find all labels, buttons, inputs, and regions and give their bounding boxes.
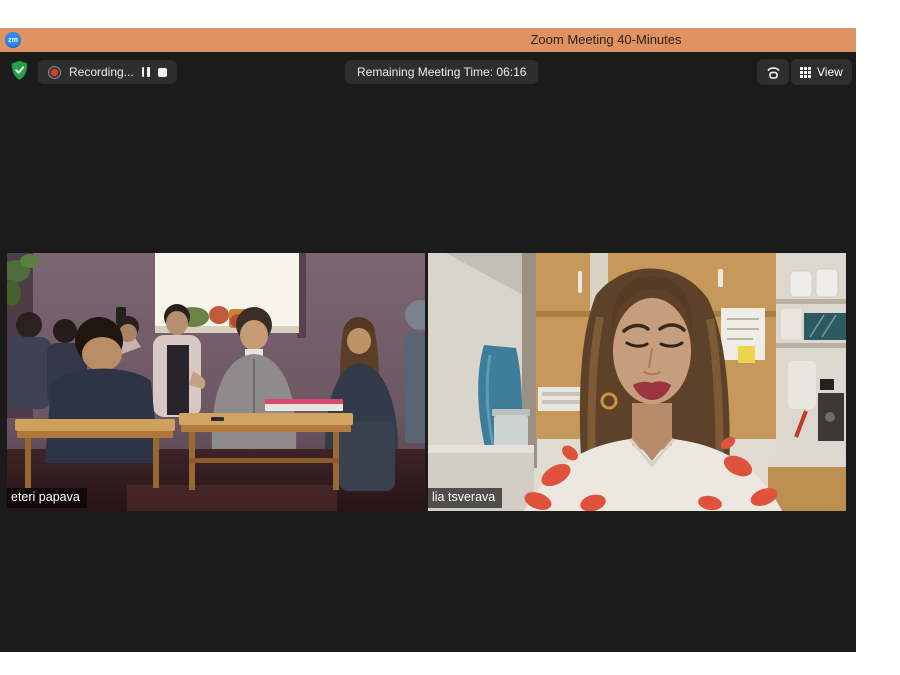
pause-icon	[142, 67, 150, 77]
pause-recording-button[interactable]	[142, 67, 150, 77]
classroom-scene	[7, 253, 425, 511]
window-titlebar: zm Zoom Meeting 40-Minutes	[0, 28, 856, 52]
stop-icon	[158, 68, 167, 77]
stop-recording-button[interactable]	[158, 68, 167, 77]
participant-name-tag: eteri papava	[7, 488, 87, 508]
meeting-content-area: Recording... Remaining Meeting Time: 06:…	[0, 52, 856, 652]
zoom-meeting-window: zm Zoom Meeting 40-Minutes Recording... …	[0, 28, 856, 652]
recording-status-label: Recording...	[69, 65, 134, 79]
view-button[interactable]: View	[791, 59, 852, 85]
zoom-app-logo: zm	[5, 32, 21, 48]
recording-indicator: Recording...	[38, 60, 177, 84]
security-shield-button[interactable]	[10, 60, 29, 81]
cast-device-icon	[765, 64, 782, 81]
view-button-label: View	[817, 65, 843, 79]
participant-name-tag: lia tsverava	[428, 488, 502, 508]
cast-to-room-button[interactable]	[757, 59, 789, 85]
shield-check-icon	[10, 60, 29, 81]
presenter-scene	[428, 253, 846, 511]
video-tile-lia-tsverava[interactable]: lia tsverava	[428, 253, 846, 511]
grid-icon	[800, 67, 811, 78]
video-tile-eteri-papava[interactable]: eteri papava	[7, 253, 425, 511]
record-dot-icon	[48, 66, 61, 79]
remaining-time-badge: Remaining Meeting Time: 06:16	[345, 60, 538, 84]
window-title: Zoom Meeting 40-Minutes	[530, 32, 681, 47]
